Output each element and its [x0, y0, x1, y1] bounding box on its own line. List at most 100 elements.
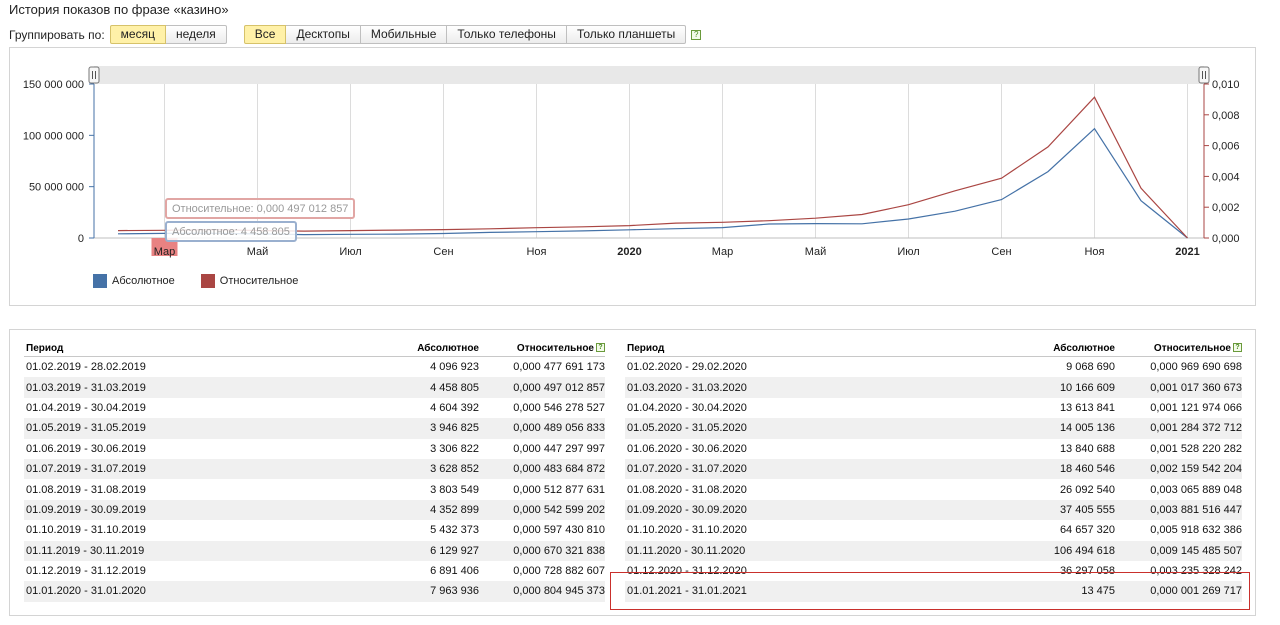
- header-absolute: Абсолютное: [1053, 343, 1115, 354]
- device-phones-button[interactable]: Только телефоны: [447, 25, 567, 44]
- cell-relative: 0,000 497 012 857: [513, 381, 605, 394]
- device-desktop-button[interactable]: Десктопы: [286, 25, 361, 44]
- table-header: Период Абсолютное Относительное?: [24, 340, 605, 357]
- legend-absolute-label: Абсолютное: [112, 275, 175, 287]
- table-row: 01.05.2020 - 31.05.2020 14 005 136 0,001 2…: [625, 418, 1242, 439]
- cell-period: 01.11.2019 - 30.11.2019: [26, 544, 145, 557]
- cell-absolute: 4 604 392: [430, 401, 479, 414]
- table-row: 01.06.2020 - 30.06.2020 13 840 688 0,001 5…: [625, 439, 1242, 459]
- cell-absolute: 4 096 923: [430, 361, 479, 374]
- group-by-buttons: месяц неделя: [109, 25, 227, 44]
- cell-absolute: 7 963 936: [430, 585, 479, 598]
- group-by-week-button[interactable]: неделя: [165, 25, 227, 44]
- legend-relative-swatch: [200, 274, 215, 288]
- cell-absolute: 10 166 609: [1059, 381, 1115, 394]
- cell-relative: 0,003 065 889 048: [1150, 483, 1242, 496]
- cell-absolute: 6 891 406: [430, 565, 479, 578]
- cell-absolute: 9 068 690: [1066, 361, 1115, 374]
- y-right-tick-label: 0,006: [1212, 141, 1240, 153]
- help-icon[interactable]: ?: [596, 343, 605, 352]
- y-left-tick-label: 0: [78, 233, 84, 245]
- header-relative: Относительное?: [479, 343, 605, 354]
- cell-relative: 0,000 546 278 527: [513, 401, 605, 414]
- device-all-button[interactable]: Все: [243, 25, 287, 44]
- header-absolute: Абсолютное: [417, 343, 479, 354]
- cell-period: 01.11.2020 - 30.11.2020: [627, 544, 746, 557]
- cell-relative: 0,000 483 684 872: [513, 463, 605, 476]
- cell-relative: 0,001 528 220 282: [1150, 442, 1242, 455]
- table-row: 01.11.2020 - 30.11.2020 106 494 618 0,009 …: [625, 540, 1242, 561]
- cell-period: 01.02.2020 - 29.02.2020: [627, 361, 747, 374]
- x-tick-label: Май: [805, 246, 827, 258]
- navigator-handle[interactable]: [88, 66, 100, 84]
- chart-panel: 0 50 000 000 100 000 000 150 000 000 0,000 0,…: [9, 47, 1256, 306]
- group-by-month-button[interactable]: месяц: [109, 25, 166, 44]
- help-icon[interactable]: ?: [691, 29, 702, 40]
- table-row: 01.02.2019 - 28.02.2019 4 096 923 0,000 47…: [24, 357, 605, 377]
- cell-relative: 0,000 597 430 810: [513, 524, 605, 537]
- x-tick-label: Ноя: [1084, 246, 1104, 258]
- cell-period: 01.02.2019 - 28.02.2019: [26, 361, 146, 374]
- cell-relative: 0,000 477 691 173: [513, 361, 605, 374]
- table-row: 01.09.2019 - 30.09.2019 4 352 899 0,000 54…: [24, 499, 605, 521]
- x-tick-label: Мар: [712, 246, 734, 258]
- y-left-tick-label: 100 000 000: [23, 130, 84, 142]
- legend-absolute-swatch: [93, 274, 107, 288]
- cell-period: 01.01.2020 - 31.01.2020: [26, 585, 146, 598]
- y-right-tick-label: 0,002: [1212, 202, 1240, 214]
- cell-absolute: 3 803 549: [430, 483, 479, 496]
- navigator-bar: [94, 66, 1204, 84]
- table-row: 01.11.2019 - 30.11.2019 6 129 927 0,000 67…: [24, 540, 605, 561]
- cell-relative: 0,000 512 877 631: [513, 483, 605, 496]
- cell-period: 01.03.2019 - 31.03.2019: [26, 381, 146, 394]
- x-tick-label: Май: [247, 246, 269, 258]
- cell-period: 01.07.2019 - 31.07.2019: [26, 463, 146, 476]
- table-row: 01.05.2019 - 31.05.2019 3 946 825 0,000 48…: [24, 418, 605, 439]
- help-icon[interactable]: ?: [1233, 343, 1242, 352]
- device-filter-buttons: Все Десктопы Мобильные Только телефоны Т…: [243, 25, 687, 44]
- cell-relative: 0,005 918 632 386: [1150, 524, 1242, 537]
- cell-period: 01.12.2020 - 31.12.2020: [627, 565, 747, 578]
- table-row: 01.02.2020 - 29.02.2020 9 068 690 0,000 96…: [625, 357, 1242, 377]
- impressions-chart: 0 50 000 000 100 000 000 150 000 000 0,000 0,…: [23, 66, 1240, 258]
- legend-relative[interactable]: Относительное: [200, 274, 298, 288]
- device-mobile-button[interactable]: Мобильные: [360, 25, 448, 44]
- cell-relative: 0,000 804 945 373: [513, 585, 605, 598]
- x-tick-label: 2021: [1175, 246, 1199, 258]
- cell-relative: 0,000 489 056 833: [513, 422, 605, 435]
- legend-absolute[interactable]: Абсолютное: [93, 274, 175, 288]
- toolbar: Группировать по: месяц неделя Все Дескто…: [9, 25, 702, 44]
- table-row: 01.10.2019 - 31.10.2019 5 432 373 0,000 59…: [24, 520, 605, 540]
- x-tick-label: Июл: [897, 246, 919, 258]
- cell-relative: 0,003 235 328 242: [1150, 565, 1242, 578]
- table-row: 01.03.2020 - 31.03.2020 10 166 609 0,001 0…: [625, 377, 1242, 398]
- cell-absolute: 13 613 841: [1059, 401, 1115, 414]
- cell-relative: 0,003 881 516 447: [1150, 503, 1242, 516]
- cell-relative: 0,000 969 690 698: [1150, 361, 1242, 374]
- navigator-handle[interactable]: [1198, 66, 1210, 84]
- cell-absolute: 4 352 899: [430, 503, 479, 516]
- cell-period: 01.08.2019 - 31.08.2019: [26, 483, 146, 496]
- table-row: 01.04.2020 - 30.04.2020 13 613 841 0,001 1…: [625, 398, 1242, 418]
- y-left-tick-label: 50 000 000: [29, 182, 84, 194]
- table-row: 01.03.2019 - 31.03.2019 4 458 805 0,000 49…: [24, 377, 605, 398]
- cell-absolute: 18 460 546: [1059, 463, 1115, 476]
- table-panel: Период Абсолютное Относительное? 01.02.2…: [9, 329, 1256, 616]
- cell-period: 01.10.2019 - 31.10.2019: [26, 524, 146, 537]
- cell-period: 01.12.2019 - 31.12.2019: [26, 565, 146, 578]
- cell-period: 01.05.2020 - 31.05.2020: [627, 422, 747, 435]
- x-tick-label: Сен: [991, 246, 1011, 258]
- cell-absolute: 37 405 555: [1059, 503, 1115, 516]
- y-right-tick-label: 0,000: [1212, 233, 1240, 245]
- cell-relative: 0,001 121 974 066: [1150, 401, 1242, 414]
- device-tablets-button[interactable]: Только планшеты: [566, 25, 687, 44]
- table-row: 01.10.2020 - 31.10.2020 64 657 320 0,005 9…: [625, 520, 1242, 540]
- table-row: 01.09.2020 - 30.09.2020 37 405 555 0,003 8…: [625, 499, 1242, 521]
- cell-absolute: 64 657 320: [1059, 524, 1115, 537]
- cell-period: 01.06.2019 - 30.06.2019: [26, 442, 146, 455]
- x-tick-label: Мар: [154, 246, 176, 258]
- table-row: 01.12.2019 - 31.12.2019 6 891 406 0,000 72…: [24, 561, 605, 581]
- tooltip-absolute-text: Абсолютное: 4 458 805: [172, 226, 290, 238]
- cell-period: 01.08.2020 - 31.08.2020: [627, 483, 747, 496]
- cell-period: 01.04.2019 - 30.04.2019: [26, 401, 146, 414]
